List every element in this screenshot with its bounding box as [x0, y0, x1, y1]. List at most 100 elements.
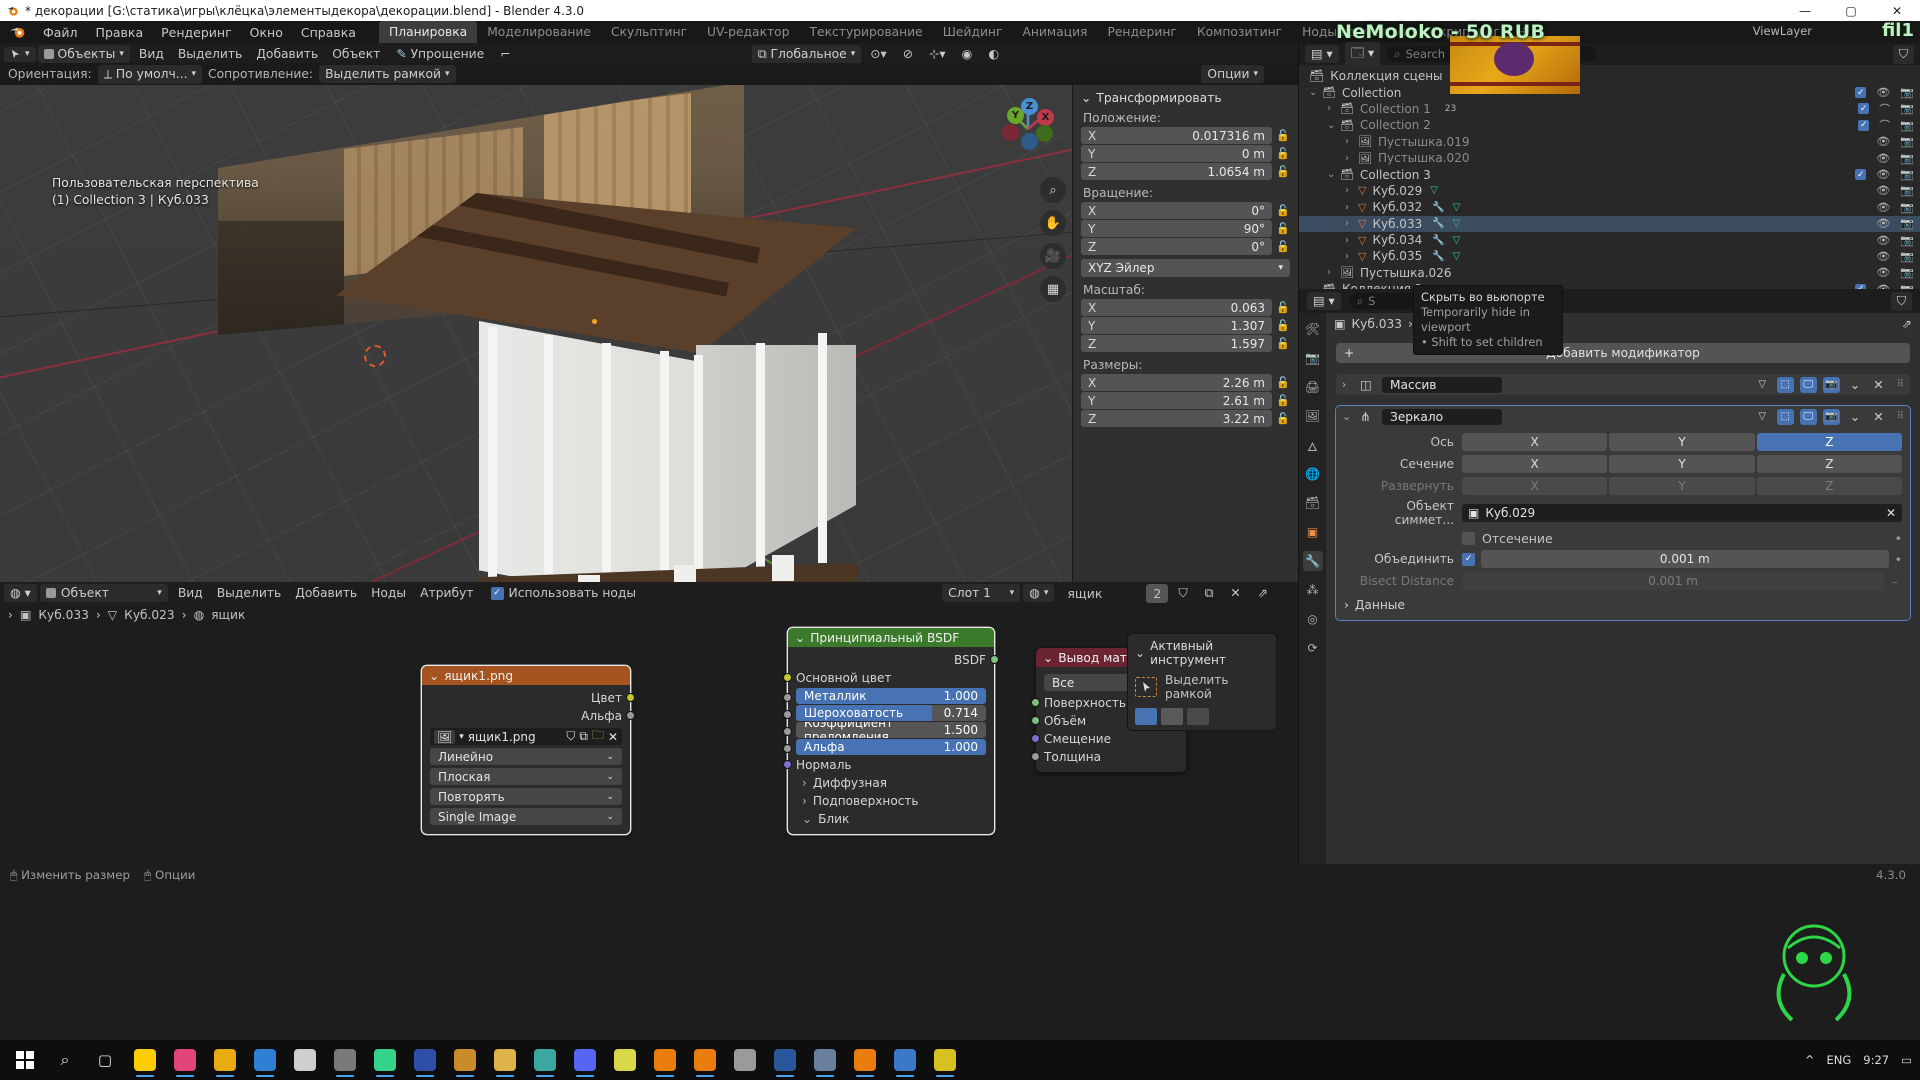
disclosure-triangle-icon[interactable]: › [1345, 235, 1358, 246]
transform-orientation-selector[interactable]: ⧉ Глобальное ▾ [751, 44, 862, 64]
modifier-header[interactable]: › ◫ Массив ▽ ⬚ 🖵 📷 ⌄ ✕ ⠿ [1336, 374, 1910, 395]
image-select-3[interactable]: Single Image ⌄ [430, 808, 622, 825]
axis-button-Y[interactable]: Y [1609, 477, 1755, 495]
bsdf-node-header[interactable]: ⌄ Принципиальный BSDF [788, 628, 994, 647]
workspace-tab-5[interactable]: Шейдинг [933, 21, 1013, 43]
shader-menu-0[interactable]: Вид [171, 584, 210, 602]
outliner-row[interactable]: › 🖼 Пустышка.020 👁 📷 [1299, 150, 1920, 166]
taskbar-blender-3[interactable] [846, 1042, 884, 1078]
bsdf-slider-1[interactable]: Шероховатость 0.714 [796, 705, 986, 721]
snap-toggle-icon[interactable]: ⊙▾ [863, 45, 893, 63]
taskbar-app-blue[interactable] [246, 1042, 284, 1078]
workspace-tab-1[interactable]: Моделирование [477, 21, 601, 43]
eye-icon[interactable]: 👁 [1876, 250, 1890, 263]
material-slot-dropdown[interactable]: Слот 1 ▾ [942, 584, 1021, 602]
shader-menu-3[interactable]: Ноды [364, 584, 413, 602]
camera-icon[interactable]: 📷 [1900, 168, 1914, 181]
tab-tool[interactable]: 🛠 [1303, 319, 1323, 339]
object-mode-selector[interactable]: Объекты ▾ [37, 45, 130, 63]
lock-icon[interactable]: 🔓 [1276, 165, 1290, 178]
mesh-data-icon[interactable]: ▽ [1453, 202, 1461, 213]
shader-type-dropdown[interactable]: Объект ▾ [39, 584, 168, 602]
breadcrumb-object[interactable]: Куб.033 [1352, 317, 1403, 331]
new-material-icon[interactable]: ⧉ [1198, 584, 1221, 603]
disclosure-triangle-icon[interactable]: › [1345, 251, 1358, 262]
realtime-toggle[interactable]: 🖵 [1799, 408, 1817, 425]
workspace-tab-4[interactable]: Текстурирование [800, 21, 933, 43]
modifier-extras-dropdown[interactable]: ⌄ [1850, 409, 1860, 424]
taskbar-app-teal[interactable] [526, 1042, 564, 1078]
zoom-icon[interactable]: ⌕ [1040, 177, 1066, 203]
camera-icon[interactable]: 📷 [1900, 201, 1914, 214]
image-texture-node[interactable]: ⌄ ящик1.png Цвет Альфа 🖼 ▾ ящик1.png ⛉ ⧉… [422, 666, 635, 834]
merge-checkbox[interactable]: ✓ [1462, 552, 1475, 566]
material-browse-dropdown[interactable]: ◍ ▾ [1023, 584, 1055, 602]
disclosure-triangle-icon[interactable]: ⌄ [1327, 120, 1340, 131]
lock-icon[interactable]: 🔓 [1276, 129, 1290, 142]
tab-object[interactable]: ▣ [1303, 522, 1323, 542]
eye-icon[interactable]: ⌒ [1879, 101, 1890, 117]
menu-1[interactable]: Правка [87, 22, 153, 43]
axis-button-Y[interactable]: Y [1609, 433, 1755, 451]
lock-icon[interactable]: 🔓 [1276, 147, 1290, 160]
disclosure-triangle-icon[interactable]: › [1345, 136, 1358, 147]
tray-language-label[interactable]: ENG [1827, 1053, 1852, 1067]
eye-icon[interactable]: 👁 [1876, 217, 1890, 230]
taskbar-blender-1[interactable] [646, 1042, 684, 1078]
disclosure-triangle-icon[interactable]: › [1345, 202, 1358, 213]
exclude-checkbox[interactable]: ✓ [1855, 169, 1867, 181]
image-output-color[interactable]: Цвет [422, 689, 635, 707]
shader-menu-2[interactable]: Добавить [288, 584, 364, 602]
taskbar-blender-2[interactable] [686, 1042, 724, 1078]
principled-bsdf-node[interactable]: ⌄ Принципиальный BSDF BSDF Основной цвет… [783, 628, 999, 834]
unlink-material-icon[interactable]: ✕ [1223, 584, 1247, 602]
bsdf-slider-3[interactable]: Альфа 1.000 [796, 739, 986, 755]
lock-icon[interactable]: 🔓 [1276, 319, 1290, 332]
modifier-icon[interactable]: 🔧 [1432, 251, 1444, 262]
drag-handle[interactable]: ⠿ [1897, 379, 1904, 390]
lock-icon[interactable]: 🔓 [1276, 301, 1290, 314]
viewport-menu-3[interactable]: Объект [325, 45, 387, 63]
animate-property-dot[interactable]: • [1895, 531, 1902, 546]
proportional-falloff-icon[interactable]: ⊹▾ [922, 45, 952, 63]
image-browse-icon[interactable]: 🖼 [434, 729, 456, 744]
rotation-y-field[interactable]: Y 90° [1081, 220, 1272, 237]
eye-icon[interactable]: 👁 [1876, 184, 1890, 197]
fake-user-icon[interactable]: ⛉ [566, 729, 575, 744]
tab-scene[interactable]: 🜂 [1303, 435, 1323, 455]
outliner-row[interactable]: ⌄ 🗃 Collection ✓ 👁 📷 [1299, 84, 1920, 100]
lock-icon[interactable]: 🔓 [1276, 412, 1290, 425]
camera-icon[interactable]: 📷 [1900, 234, 1914, 247]
dimension-x-field[interactable]: X 2.26 m [1081, 374, 1272, 391]
pin-icon[interactable]: ⇗ [1902, 317, 1912, 331]
gizmo-y-negative[interactable] [1036, 125, 1053, 142]
modifier-data-section[interactable]: › Данные [1344, 598, 1902, 612]
active-tool-header[interactable]: ⌄ Активный инструмент [1135, 639, 1269, 667]
taskbar-yandex-browser[interactable] [126, 1042, 164, 1078]
eye-icon[interactable]: 👁 [1876, 266, 1890, 279]
socket-Толщина[interactable] [1031, 752, 1040, 761]
lock-icon[interactable]: 🔓 [1276, 337, 1290, 350]
falloff-dropdown[interactable]: Выделить рамкой ▾ [319, 65, 456, 83]
socket-bsdf[interactable] [990, 655, 999, 664]
exclude-checkbox[interactable]: ✓ [1858, 119, 1870, 131]
modifier-name-field[interactable]: Массив [1382, 376, 1502, 393]
snap-simplify-button[interactable]: ✎ Упрощение [389, 45, 491, 63]
minimize-button[interactable]: — [1782, 0, 1828, 21]
tab-render[interactable]: 📷 [1303, 348, 1323, 368]
taskbar-app-grey[interactable] [726, 1042, 764, 1078]
scale-y-field[interactable]: Y 1.307 [1081, 317, 1272, 334]
transform-panel-header[interactable]: ⌄ Трансформировать [1081, 91, 1290, 105]
image-node-header[interactable]: ⌄ ящик1.png [422, 666, 630, 685]
socket-3[interactable] [783, 744, 792, 753]
shader-breadcrumb-mesh[interactable]: Куб.023 [124, 608, 175, 622]
disclosure-triangle-icon[interactable]: ⌄ [1342, 410, 1354, 423]
task-view-icon[interactable]: ▢ [86, 1042, 124, 1078]
camera-icon[interactable]: 📷 [1900, 184, 1914, 197]
bsdf-group-1[interactable]: › Подповерхность [788, 792, 994, 810]
animate-property-dot[interactable]: • [1895, 552, 1902, 567]
socket-0[interactable] [783, 693, 792, 702]
eye-icon[interactable]: 👁 [1876, 152, 1890, 165]
taskbar-google-chrome[interactable] [206, 1042, 244, 1078]
taskbar-app-navy[interactable] [406, 1042, 444, 1078]
